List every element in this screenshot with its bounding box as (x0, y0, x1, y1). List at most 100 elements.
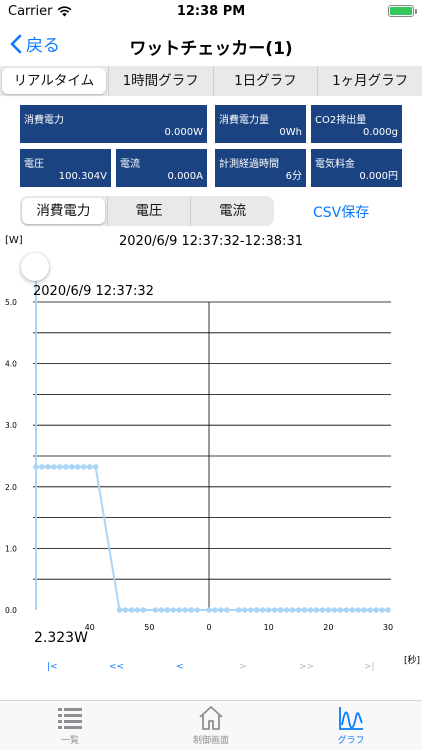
data-point (152, 607, 159, 613)
voltage-label: 電圧 (24, 159, 44, 170)
data-point (307, 607, 314, 613)
y-tick-label: 1.0 (5, 544, 17, 553)
elapsed-value: 6分 (285, 171, 302, 182)
elapsed-label: 計測経過時間 (219, 159, 279, 170)
x-tick-label: 30 (383, 623, 393, 632)
cursor-time-label: 2020/6/9 12:37:32 (33, 284, 154, 299)
tab-bar: 一覧 制御画面 グラフ (0, 700, 422, 750)
data-point (385, 607, 391, 613)
voltage-value: 100.304V (58, 171, 107, 182)
status-time: 12:38 PM (176, 4, 246, 19)
x-tick-label: 50 (144, 623, 154, 632)
data-point (158, 607, 165, 613)
data-point (242, 607, 248, 613)
slider-handle[interactable] (21, 253, 49, 281)
forward-step-button[interactable]: > (239, 662, 247, 672)
tab-voltage[interactable]: 電圧 (106, 196, 191, 226)
tab-current[interactable]: 電流 (190, 196, 274, 226)
data-point (301, 607, 308, 613)
tab-month-graph[interactable]: 1ヶ月グラフ (317, 66, 422, 96)
measurement-grid: 消費電力 0.000W 消費電力量 0Wh CO2排出量 0.000g 電圧 1… (20, 105, 402, 187)
data-point (164, 607, 171, 613)
data-point (134, 607, 141, 613)
tab-control[interactable]: 制御画面 (166, 705, 256, 746)
last-page-button[interactable]: >| (364, 662, 375, 672)
data-point (349, 607, 356, 613)
data-point (170, 607, 177, 613)
x-tick-label: 10 (264, 623, 274, 632)
data-point (128, 607, 135, 613)
power-chart[interactable]: 0.01.02.03.04.05.040 50 0 10 20 30 (0, 280, 422, 640)
tab-day-graph[interactable]: 1日グラフ (212, 66, 318, 96)
data-point (45, 464, 51, 470)
fast-forward-button[interactable]: >> (299, 662, 314, 672)
tab-hour-graph[interactable]: 1時間グラフ (107, 66, 213, 96)
data-point (379, 607, 385, 613)
elapsed-tile: 計測経過時間 6分 (215, 149, 306, 187)
csv-save-button[interactable]: CSV保存 (313, 202, 369, 222)
cost-tile: 電気料金 0.000円 (311, 149, 402, 187)
data-point (86, 464, 93, 470)
energy-label: 消費電力量 (219, 115, 269, 126)
data-point (39, 464, 45, 470)
data-point (224, 607, 230, 613)
data-point (80, 464, 87, 470)
data-point (355, 607, 361, 613)
y-tick-label: 3.0 (5, 421, 17, 430)
data-point (373, 607, 379, 613)
navigation-bar: 戻る ワットチェッカー(1) (0, 24, 422, 64)
x-tick-label: 0 (206, 623, 211, 632)
series-line (35, 465, 389, 611)
tab-graph[interactable]: グラフ (306, 705, 396, 746)
current-value: 0.000A (167, 171, 203, 182)
data-point (218, 607, 224, 613)
data-point (295, 607, 302, 613)
data-point (289, 607, 296, 613)
data-point (122, 607, 129, 613)
data-point (194, 607, 200, 613)
voltage-tile: 電圧 100.304V (20, 149, 111, 187)
data-point (68, 464, 75, 470)
y-tick-label: 5.0 (5, 298, 17, 307)
y-tick-label: 0.0 (5, 606, 17, 615)
co2-value: 0.000g (363, 127, 398, 138)
tab-list[interactable]: 一覧 (25, 705, 115, 746)
data-point (283, 607, 290, 613)
data-point (361, 607, 367, 613)
data-point (51, 464, 57, 470)
energy-tile: 消費電力量 0Wh (215, 105, 306, 143)
y-tick-label: 2.0 (5, 483, 17, 492)
graph-icon (339, 707, 363, 730)
tab-list-label: 一覧 (60, 736, 79, 746)
page-title: ワットチェッカー(1) (129, 39, 293, 59)
data-point (116, 607, 123, 613)
back-step-button[interactable]: < (176, 662, 184, 672)
energy-value: 0Wh (279, 127, 302, 138)
data-point (57, 464, 63, 470)
data-point (176, 607, 182, 613)
data-point (182, 607, 188, 613)
data-point (319, 607, 326, 613)
data-point (337, 607, 344, 613)
tab-power[interactable]: 消費電力 (22, 198, 105, 224)
tab-realtime[interactable]: リアルタイム (2, 68, 106, 94)
data-point (212, 607, 218, 613)
period-segment-control: リアルタイム 1時間グラフ 1日グラフ 1ヶ月グラフ (0, 66, 422, 96)
list-icon (58, 708, 82, 729)
data-point (63, 464, 69, 470)
cost-value: 0.000円 (359, 171, 398, 182)
data-point (271, 607, 278, 613)
data-point (325, 607, 332, 613)
fast-back-button[interactable]: << (109, 662, 124, 672)
power-value: 0.000W (164, 127, 203, 138)
data-point (188, 607, 194, 613)
battery-icon (388, 5, 417, 17)
first-page-button[interactable]: |< (47, 662, 58, 672)
data-point (343, 607, 350, 613)
data-point (259, 607, 266, 613)
data-point (236, 607, 242, 613)
pager: |< << < > >> >| (0, 662, 422, 678)
data-point (253, 607, 260, 613)
data-point (206, 607, 212, 613)
data-point (247, 607, 254, 613)
